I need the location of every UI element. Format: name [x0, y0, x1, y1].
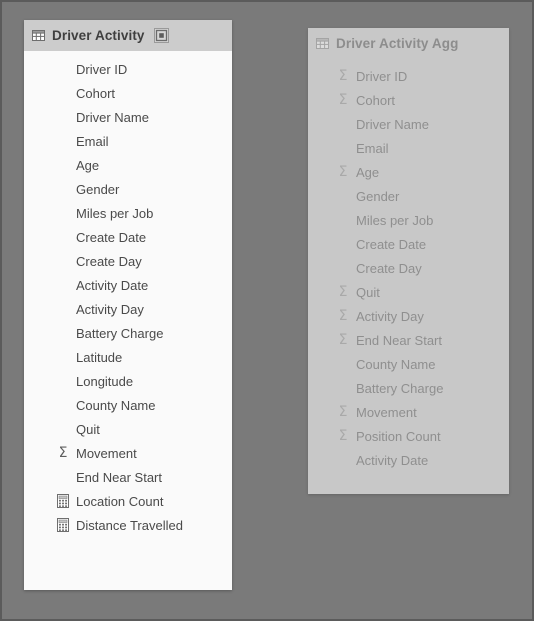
field-label: Quit	[356, 284, 380, 300]
field-label: Gender	[356, 188, 400, 204]
sigma-icon: Σ	[338, 404, 348, 420]
table-grid-icon	[316, 38, 329, 49]
field-item[interactable]: County Name	[24, 393, 232, 417]
panel-header-driver-activity-agg[interactable]: Driver Activity Agg	[308, 28, 509, 59]
field-item[interactable]: Create Date	[24, 225, 232, 249]
field-item[interactable]: Miles per Job	[24, 201, 232, 225]
field-item[interactable]: End Near Start	[24, 465, 232, 489]
field-item[interactable]: Activity Date	[24, 273, 232, 297]
field-item[interactable]: Driver Name	[24, 105, 232, 129]
field-item[interactable]: Σ Position Count	[308, 424, 509, 448]
field-item[interactable]: Σ Quit	[308, 280, 509, 304]
field-item[interactable]: Σ Movement	[24, 441, 232, 465]
field-item[interactable]: County Name	[308, 352, 509, 376]
field-item[interactable]: Battery Charge	[24, 321, 232, 345]
field-item[interactable]: Driver Name	[308, 112, 509, 136]
field-label: Cohort	[76, 85, 116, 101]
field-label: Position Count	[356, 428, 441, 444]
field-label: Gender	[76, 181, 120, 197]
field-item[interactable]: Email	[24, 129, 232, 153]
field-label: Quit	[76, 421, 100, 437]
field-label: Activity Day	[356, 308, 424, 324]
field-item[interactable]: Driver ID	[24, 57, 232, 81]
field-label: Movement	[76, 445, 137, 461]
sigma-icon: Σ	[58, 445, 68, 461]
field-item[interactable]: Σ Driver ID	[308, 64, 509, 88]
field-item[interactable]: Σ Cohort	[308, 88, 509, 112]
sigma-icon: Σ	[338, 332, 348, 348]
field-item[interactable]: Create Day	[24, 249, 232, 273]
field-label: Email	[76, 133, 109, 149]
field-item[interactable]: Location Count	[24, 489, 232, 513]
field-label: Create Date	[76, 229, 147, 245]
focus-mode-icon[interactable]	[153, 28, 169, 43]
field-label: Movement	[356, 404, 417, 420]
field-label: Driver Name	[356, 116, 429, 132]
field-item[interactable]: Activity Day	[24, 297, 232, 321]
fields-panel-driver-activity-agg[interactable]: Driver Activity Agg Σ Driver ID Σ Cohort…	[308, 28, 509, 494]
field-item[interactable]: Create Date	[308, 232, 509, 256]
field-item[interactable]: Miles per Job	[308, 208, 509, 232]
fields-panel-driver-activity[interactable]: Driver Activity Driver ID Cohort Driver …	[24, 20, 232, 590]
field-label: Activity Date	[356, 452, 429, 468]
panel-header-driver-activity[interactable]: Driver Activity	[24, 20, 232, 51]
field-label: Distance Travelled	[76, 517, 183, 533]
panel-title: Driver Activity Agg	[336, 36, 459, 51]
calculator-icon	[56, 518, 70, 532]
field-item[interactable]: Gender	[308, 184, 509, 208]
field-label: Battery Charge	[76, 325, 164, 341]
sigma-icon: Σ	[338, 284, 348, 300]
field-item[interactable]: Σ End Near Start	[308, 328, 509, 352]
field-label: Location Count	[76, 493, 164, 509]
field-item[interactable]: Σ Activity Day	[308, 304, 509, 328]
field-label: Latitude	[76, 349, 123, 365]
field-list-driver-activity-agg: Σ Driver ID Σ Cohort Driver Name Email Σ…	[308, 59, 509, 472]
field-label: Age	[76, 157, 100, 173]
field-item[interactable]: Activity Date	[308, 448, 509, 472]
field-item[interactable]: Email	[308, 136, 509, 160]
field-item[interactable]: Distance Travelled	[24, 513, 232, 537]
field-label: Longitude	[76, 373, 134, 389]
field-label: Battery Charge	[356, 380, 444, 396]
field-label: Driver ID	[76, 61, 128, 77]
field-item[interactable]: Latitude	[24, 345, 232, 369]
field-item[interactable]: Longitude	[24, 369, 232, 393]
field-item[interactable]: Cohort	[24, 81, 232, 105]
field-list-driver-activity: Driver ID Cohort Driver Name Email Age G…	[24, 51, 232, 537]
field-label: Age	[356, 164, 380, 180]
field-label: Create Date	[356, 236, 427, 252]
field-label: Driver Name	[76, 109, 149, 125]
field-item[interactable]: Battery Charge	[308, 376, 509, 400]
sigma-icon: Σ	[338, 164, 348, 180]
sigma-icon: Σ	[338, 68, 348, 84]
field-item[interactable]: Age	[24, 153, 232, 177]
field-item[interactable]: Σ Movement	[308, 400, 509, 424]
field-label: County Name	[356, 356, 436, 372]
field-label: End Near Start	[356, 332, 442, 348]
field-item[interactable]: Quit	[24, 417, 232, 441]
field-label: End Near Start	[76, 469, 162, 485]
field-label: Miles per Job	[76, 205, 154, 221]
field-label: Miles per Job	[356, 212, 434, 228]
field-label: Activity Day	[76, 301, 144, 317]
sigma-icon: Σ	[338, 428, 348, 444]
table-grid-icon	[32, 30, 45, 41]
field-label: Activity Date	[76, 277, 149, 293]
calculator-icon	[56, 494, 70, 508]
sigma-icon: Σ	[338, 92, 348, 108]
field-item[interactable]: Create Day	[308, 256, 509, 280]
field-label: Driver ID	[356, 68, 408, 84]
sigma-icon: Σ	[338, 308, 348, 324]
field-item[interactable]: Σ Age	[308, 160, 509, 184]
field-item[interactable]: Gender	[24, 177, 232, 201]
field-label: Create Day	[356, 260, 422, 276]
field-label: County Name	[76, 397, 156, 413]
panel-title: Driver Activity	[52, 28, 145, 43]
field-label: Create Day	[76, 253, 142, 269]
field-label: Email	[356, 140, 389, 156]
field-label: Cohort	[356, 92, 396, 108]
